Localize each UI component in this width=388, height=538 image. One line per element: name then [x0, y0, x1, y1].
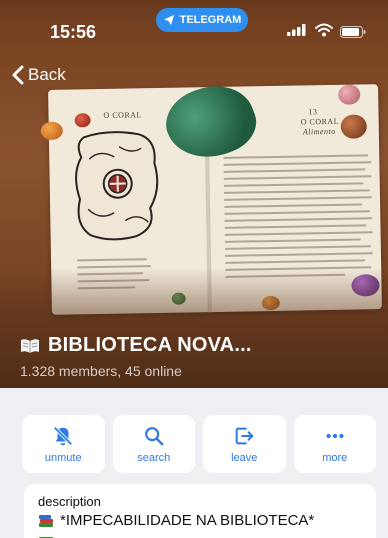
unmute-button[interactable]: unmute [22, 415, 105, 473]
description-label: description [38, 494, 101, 509]
group-info: BIBLIOTECA NOVA... 1.328 members, 45 onl… [20, 334, 252, 379]
send-icon [163, 15, 174, 25]
left-page-heading: O CORAL [103, 110, 142, 120]
return-to-telegram-pill[interactable]: TELEGRAM [156, 8, 248, 32]
group-member-count: 1.328 members, 45 online [20, 363, 182, 379]
group-title-row: BIBLIOTECA NOVA... [20, 334, 252, 357]
parchment-illustration [75, 131, 159, 241]
books-emoji-icon [39, 514, 53, 527]
back-button[interactable]: Back [12, 65, 66, 85]
battery-icon [340, 26, 366, 38]
group-title: BIBLIOTECA NOVA... [48, 334, 252, 356]
more-label: more [322, 451, 348, 464]
right-page-sub: Alimento [302, 126, 336, 137]
back-label: Back [28, 65, 66, 84]
description-next-line [38, 531, 362, 538]
status-bar: 15:56 TELEGRAM [0, 0, 388, 52]
signal-bars-icon [287, 24, 306, 36]
search-icon [144, 426, 164, 445]
description-section[interactable]: description *IMPECABILIDADE NA BIBLIOTEC… [24, 484, 376, 538]
right-page-heading: O CORAL [300, 116, 340, 127]
leave-label: leave [231, 451, 258, 464]
open-book-icon [21, 338, 39, 353]
source-app-label: TELEGRAM [179, 14, 242, 26]
status-time: 15:56 [50, 22, 97, 42]
more-button[interactable]: more [293, 415, 376, 473]
group-header: O CORAL 13 O CORAL Alimento 15:56 TELEGR… [0, 0, 388, 388]
right-page-number: 13 [308, 107, 318, 117]
action-bar: unmute search leave more [22, 415, 376, 473]
search-label: search [137, 451, 171, 464]
chevron-left-icon [12, 65, 24, 85]
leave-icon [235, 427, 254, 444]
description-first-line: *IMPECABILIDADE NA BIBLIOTECA* [38, 512, 362, 529]
more-icon [326, 433, 344, 438]
wifi-icon [315, 23, 333, 37]
unmute-label: unmute [44, 451, 82, 464]
bell-slash-icon [53, 425, 73, 446]
leave-button[interactable]: leave [203, 415, 286, 473]
description-text: *IMPECABILIDADE NA BIBLIOTECA* [60, 512, 315, 529]
search-button[interactable]: search [112, 415, 195, 473]
